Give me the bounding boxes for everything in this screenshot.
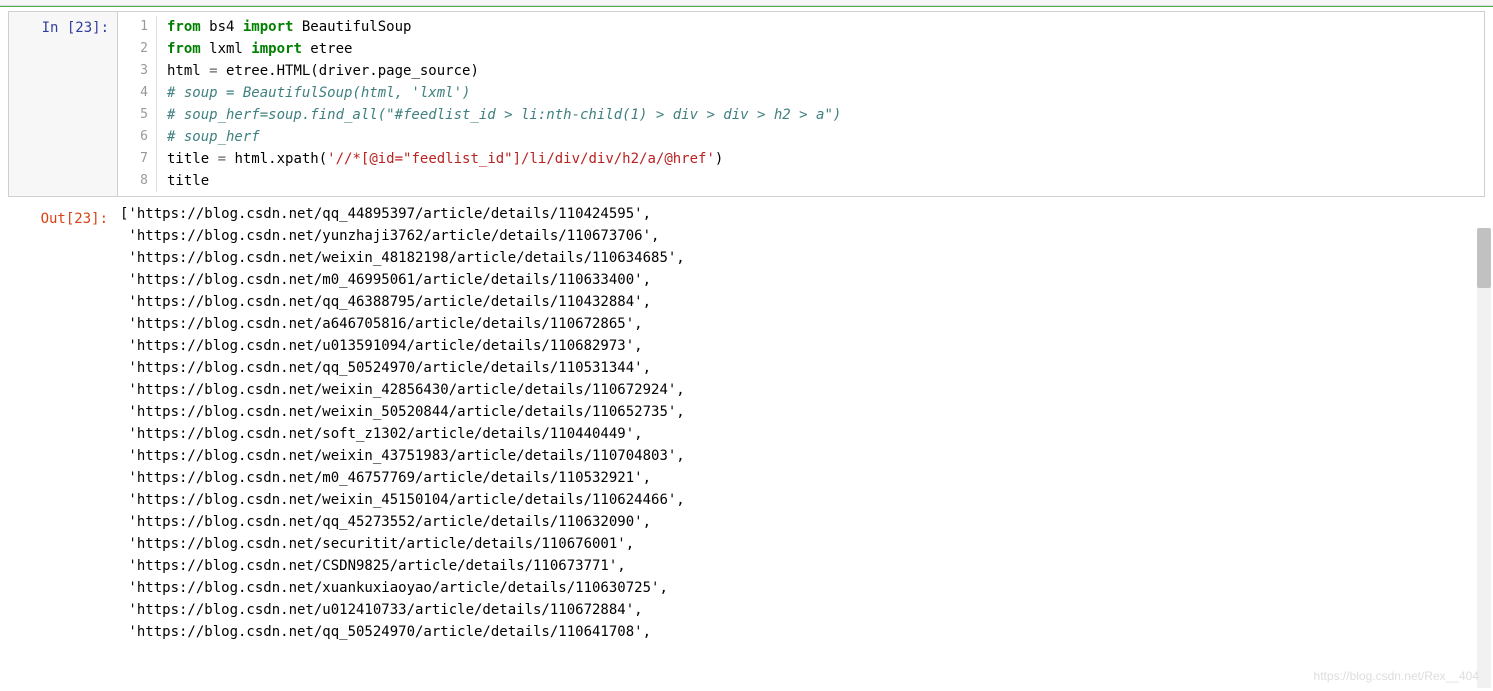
- identifier: BeautifulSoup: [293, 19, 411, 35]
- keyword: import: [243, 19, 294, 35]
- identifier: html: [167, 63, 209, 79]
- comment: # soup_herf: [167, 126, 260, 148]
- output-text[interactable]: ['https://blog.csdn.net/qq_44895397/arti…: [116, 203, 1485, 643]
- code-line[interactable]: 4 # soup = BeautifulSoup(html, 'lxml'): [118, 82, 1484, 104]
- identifier: title: [167, 170, 209, 192]
- code-line[interactable]: 7 title = html.xpath('//*[@id="feedlist_…: [118, 148, 1484, 170]
- line-number: 6: [118, 126, 157, 148]
- identifier: lxml: [201, 41, 252, 57]
- code-line[interactable]: 5 # soup_herf=soup.find_all("#feedlist_i…: [118, 104, 1484, 126]
- line-number: 2: [118, 38, 157, 60]
- identifier: etree.HTML(driver.page_source): [218, 63, 479, 79]
- identifier: bs4: [201, 19, 243, 35]
- keyword: import: [251, 41, 302, 57]
- string: '//*[@id="feedlist_id"]/li/div/div/h2/a/…: [327, 151, 715, 167]
- identifier: ): [715, 151, 723, 167]
- identifier: etree: [302, 41, 353, 57]
- input-cell[interactable]: In [23]: 1 from bs4 import BeautifulSoup…: [8, 11, 1485, 197]
- operator: =: [209, 63, 217, 79]
- line-number: 7: [118, 148, 157, 170]
- identifier: html.xpath(: [226, 151, 327, 167]
- line-number: 4: [118, 82, 157, 104]
- out-prompt: Out[23]:: [8, 203, 116, 643]
- line-number: 1: [118, 16, 157, 38]
- code-line[interactable]: 1 from bs4 import BeautifulSoup: [118, 16, 1484, 38]
- line-number: 8: [118, 170, 157, 192]
- code-line[interactable]: 3 html = etree.HTML(driver.page_source): [118, 60, 1484, 82]
- keyword: from: [167, 19, 201, 35]
- line-number: 3: [118, 60, 157, 82]
- code-line[interactable]: 6 # soup_herf: [118, 126, 1484, 148]
- code-line[interactable]: 8 title: [118, 170, 1484, 192]
- code-editor[interactable]: 1 from bs4 import BeautifulSoup 2 from l…: [117, 12, 1484, 196]
- code-line[interactable]: 2 from lxml import etree: [118, 38, 1484, 60]
- comment: # soup = BeautifulSoup(html, 'lxml'): [167, 82, 470, 104]
- jupyter-notebook: In [23]: 1 from bs4 import BeautifulSoup…: [0, 0, 1493, 691]
- line-number: 5: [118, 104, 157, 126]
- keyword: from: [167, 41, 201, 57]
- watermark: https://blog.csdn.net/Rex__404: [1314, 669, 1479, 683]
- in-prompt: In [23]:: [9, 12, 117, 196]
- output-cell: Out[23]: ['https://blog.csdn.net/qq_4489…: [0, 197, 1493, 643]
- scrollbar-thumb[interactable]: [1477, 228, 1491, 288]
- operator: =: [218, 151, 226, 167]
- scrollbar-track[interactable]: [1477, 228, 1491, 688]
- identifier: title: [167, 151, 218, 167]
- divider: [0, 6, 1493, 7]
- comment: # soup_herf=soup.find_all("#feedlist_id …: [167, 104, 841, 126]
